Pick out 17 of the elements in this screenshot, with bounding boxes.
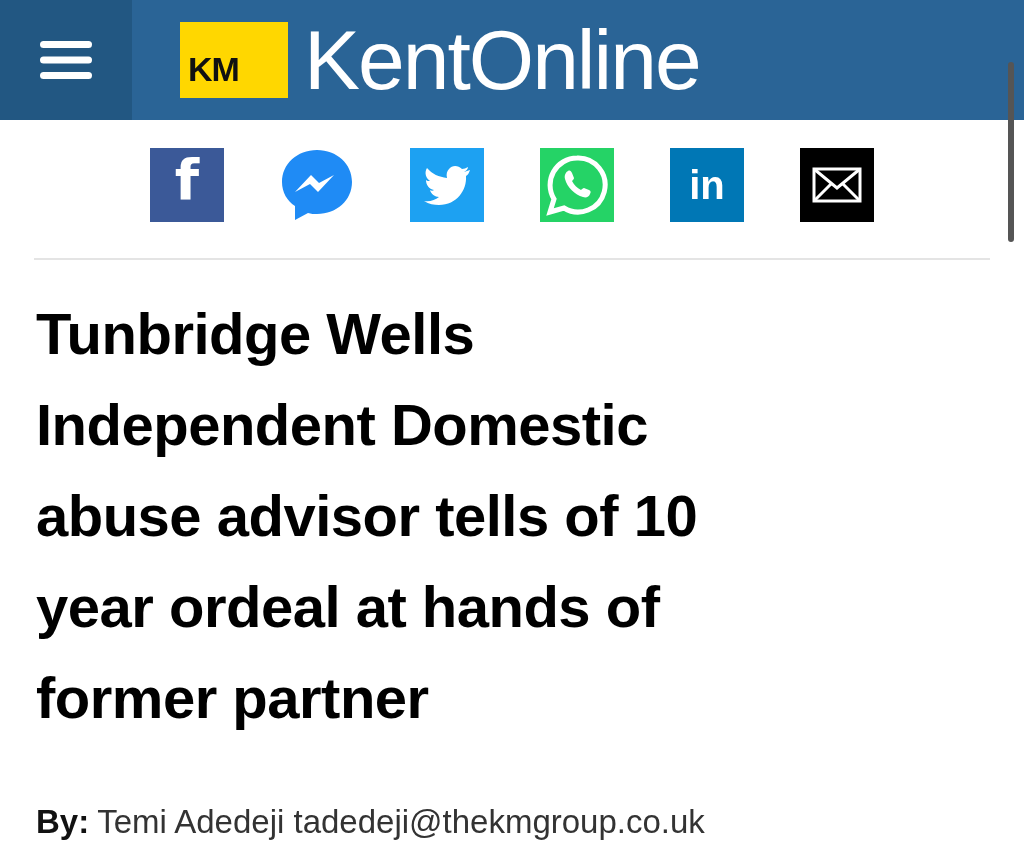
- phone-bubble-icon: [546, 154, 608, 216]
- site-logo[interactable]: KentOnline: [304, 18, 700, 102]
- share-messenger-button[interactable]: [280, 148, 354, 222]
- share-facebook-button[interactable]: f: [150, 148, 224, 222]
- logo-badge: KM: [180, 22, 288, 98]
- bird-icon: [423, 165, 471, 205]
- article-headline: Tunbridge Wells Independent Domestic abuse advisor tells of 10 year ordeal at hands of former partner: [36, 300, 699, 732]
- share-linkedin-button[interactable]: in: [670, 148, 744, 222]
- envelope-icon: [812, 167, 862, 203]
- speech-bubble-icon: [280, 148, 354, 222]
- share-email-button[interactable]: [800, 148, 874, 222]
- menu-icon: [40, 41, 92, 79]
- share-whatsapp-button[interactable]: [540, 148, 614, 222]
- share-twitter-button[interactable]: [410, 148, 484, 222]
- menu-button[interactable]: [0, 0, 132, 120]
- byline-author: Temi Adedeji tadedeji@thekmgroup.co.uk: [97, 802, 705, 842]
- byline-label: By:: [36, 802, 90, 842]
